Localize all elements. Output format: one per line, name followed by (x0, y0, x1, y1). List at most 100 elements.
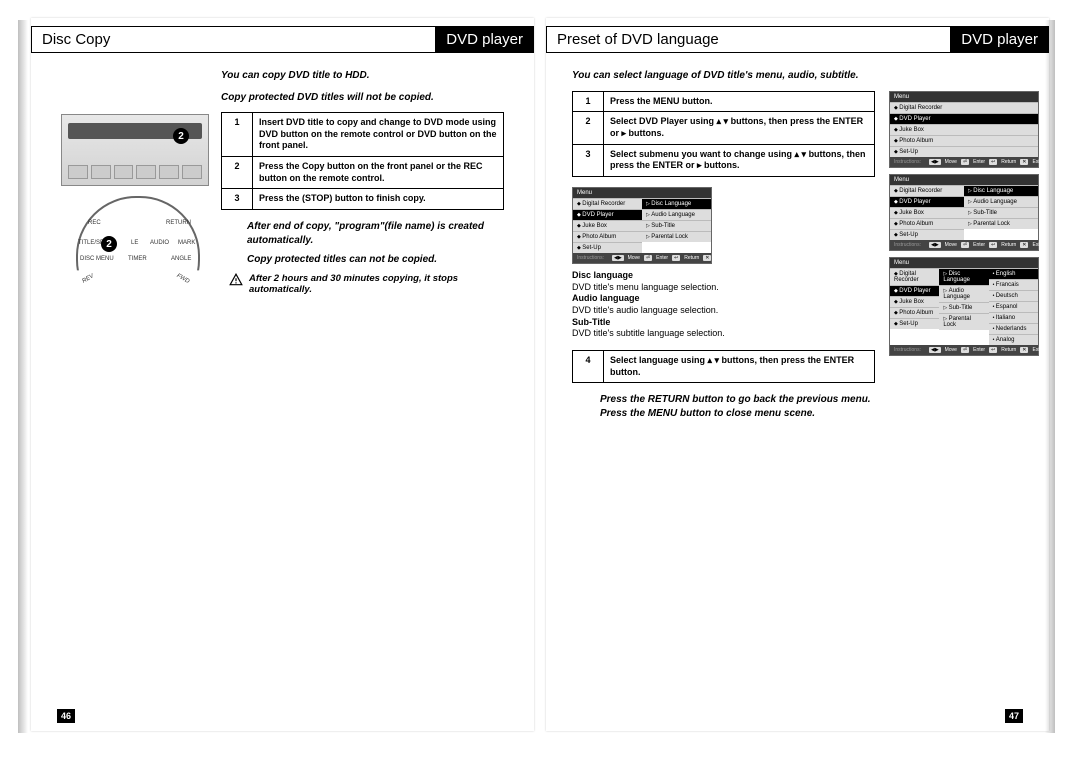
menu-screenshot-small: Menu Digital Recorder DVD Player Juke Bo… (572, 187, 712, 264)
step-text: Select DVD Player using ▴ ▾ buttons, the… (604, 112, 875, 144)
btn-mark: MARK (178, 240, 195, 246)
menu-item-selected: DVD Player (890, 285, 939, 296)
btn-discmenu: DISC MENU (80, 256, 114, 262)
menu-instructions: ◀▶Move ⏎Enter ↩Return ✕Exit (890, 157, 1038, 167)
sub-lang-h: Sub-Title (572, 317, 610, 327)
callout-2b: 2 (101, 236, 117, 252)
menu-header: Menu (890, 92, 1038, 102)
menu-header: Menu (890, 258, 1038, 268)
lang-item: Italiano (989, 312, 1038, 323)
lang-item: English (989, 268, 1038, 279)
step-text: Press the MENU button. (604, 91, 875, 112)
menu-header: Menu (890, 175, 1038, 185)
menu-screenshot-3: Menu Digital Recorder DVD Player Juke Bo… (889, 257, 1039, 356)
steps-table-right: 1 Press the MENU button. 2 Select DVD Pl… (572, 91, 875, 177)
page-number-left: 46 (57, 709, 75, 723)
menu-item: Juke Box (890, 296, 939, 307)
menu-item: Set-Up (890, 229, 964, 240)
disc-lang-h: Disc language (572, 270, 633, 280)
step-num: 1 (222, 113, 253, 157)
menu-item: Digital Recorder (890, 102, 1038, 113)
menu-item: Juke Box (890, 124, 1038, 135)
step-num: 2 (573, 112, 604, 144)
submenu-item: Parental Lock (939, 313, 988, 330)
device-illustration: 2 REC RETURN TITLE/SPEED LE AUDIO MARK D… (61, 114, 211, 289)
btn-angle: ANGLE (171, 256, 191, 262)
page-title: Preset of DVD language (546, 26, 729, 53)
menu-item: Photo Album (573, 231, 642, 242)
submenu-item: Audio Language (939, 285, 988, 302)
menu-screenshot-2: Menu Digital Recorder DVD Player Juke Bo… (889, 174, 1039, 251)
note-1: After end of copy, "program"(file name) … (247, 220, 504, 247)
btn-fwd: FWD (175, 273, 190, 285)
audio-lang-t: DVD title's audio language selection. (572, 305, 718, 315)
steps-table-right-2: 4 Select language using ▴ ▾ buttons, the… (572, 350, 875, 383)
warning-text: After 2 hours and 30 minutes copying, it… (249, 273, 504, 295)
language-descriptions: Disc language DVD title's menu language … (572, 270, 875, 340)
lang-item: Francais (989, 279, 1038, 290)
page-title: Disc Copy (31, 26, 120, 53)
menu-item: Set-Up (573, 242, 642, 253)
menu-item: Digital Recorder (573, 198, 642, 209)
step-num: 2 (222, 157, 253, 189)
submenu-item: Audio Language (964, 196, 1038, 207)
step-row: 3 Press the (STOP) button to finish copy… (222, 189, 504, 210)
audio-lang-h: Audio language (572, 293, 640, 303)
menu-instructions: ◀▶Move ⏎Enter ↩Return ✕Exit (890, 345, 1038, 355)
submenu-item: Sub-Title (939, 302, 988, 313)
menu-item-selected: DVD Player (890, 196, 964, 207)
menu-item: Set-Up (890, 318, 939, 329)
intro-2: Copy protected DVD titles will not be co… (221, 91, 504, 105)
menu-item: Juke Box (890, 207, 964, 218)
step-text: Insert DVD title to copy and change to D… (253, 113, 504, 157)
section-badge: DVD player (435, 26, 534, 53)
warning-icon (229, 273, 243, 287)
step-row: 1 Insert DVD title to copy and change to… (222, 113, 504, 157)
disc-lang-t: DVD title's menu language selection. (572, 282, 719, 292)
step-row: 3 Select submenu you want to change usin… (573, 144, 875, 176)
step-row: 2 Select DVD Player using ▴ ▾ buttons, t… (573, 112, 875, 144)
steps-table-left: 1 Insert DVD title to copy and change to… (221, 112, 504, 210)
menu-screenshot-1: Menu Digital Recorder DVD Player Juke Bo… (889, 91, 1039, 168)
note-2: Copy protected titles can not be copied. (247, 253, 504, 267)
closing-1: Press the RETURN button to go back the p… (600, 393, 875, 407)
sub-lang-t: DVD title's subtitle language selection. (572, 328, 725, 338)
lang-item: Espanol (989, 301, 1038, 312)
menu-item: Digital Recorder (890, 268, 939, 285)
menu-item: Photo Album (890, 135, 1038, 146)
step-text: Press the Copy button on the front panel… (253, 157, 504, 189)
step-row: 1 Press the MENU button. (573, 91, 875, 112)
menu-item: Photo Album (890, 218, 964, 229)
submenu-item: Audio Language (642, 209, 711, 220)
intro-1: You can copy DVD title to HDD. (221, 69, 504, 83)
step-row: 4 Select language using ▴ ▾ buttons, the… (573, 351, 875, 383)
submenu-item: Disc Language (964, 185, 1038, 196)
menu-item: Set-Up (890, 146, 1038, 157)
btn-audio: AUDIO (150, 240, 169, 246)
header-left: Disc Copy DVD player (31, 26, 534, 53)
btn-rev: REV (81, 273, 95, 284)
intro: You can select language of DVD title's m… (572, 69, 1039, 83)
submenu-item: Parental Lock (964, 218, 1038, 229)
submenu-item: Parental Lock (642, 231, 711, 242)
step-num: 4 (573, 351, 604, 383)
menu-item-selected: DVD Player (573, 209, 642, 220)
lang-item: Nederlands (989, 323, 1038, 334)
page-number-right: 47 (1005, 709, 1023, 723)
step-text: Select submenu you want to change using … (604, 144, 875, 176)
btn-rec: REC (88, 220, 101, 226)
page-left: Disc Copy DVD player 2 REC RETURN TITLE/… (31, 18, 534, 731)
step-num: 3 (573, 144, 604, 176)
submenu-item: Disc Language (642, 198, 711, 209)
step-num: 1 (573, 91, 604, 112)
header-right: Preset of DVD language DVD player (546, 26, 1049, 53)
menu-instructions: ◀▶Move ⏎Enter ↩Return ✕Exit (890, 240, 1038, 250)
section-badge: DVD player (950, 26, 1049, 53)
submenu-item: Sub-Title (964, 207, 1038, 218)
submenu-item: Sub-Title (642, 220, 711, 231)
lang-item: Deutsch (989, 290, 1038, 301)
menu-item: Juke Box (573, 220, 642, 231)
step-text: Select language using ▴ ▾ buttons, then … (604, 351, 875, 383)
menu-item: Digital Recorder (890, 185, 964, 196)
btn-timer: TIMER (128, 256, 147, 262)
